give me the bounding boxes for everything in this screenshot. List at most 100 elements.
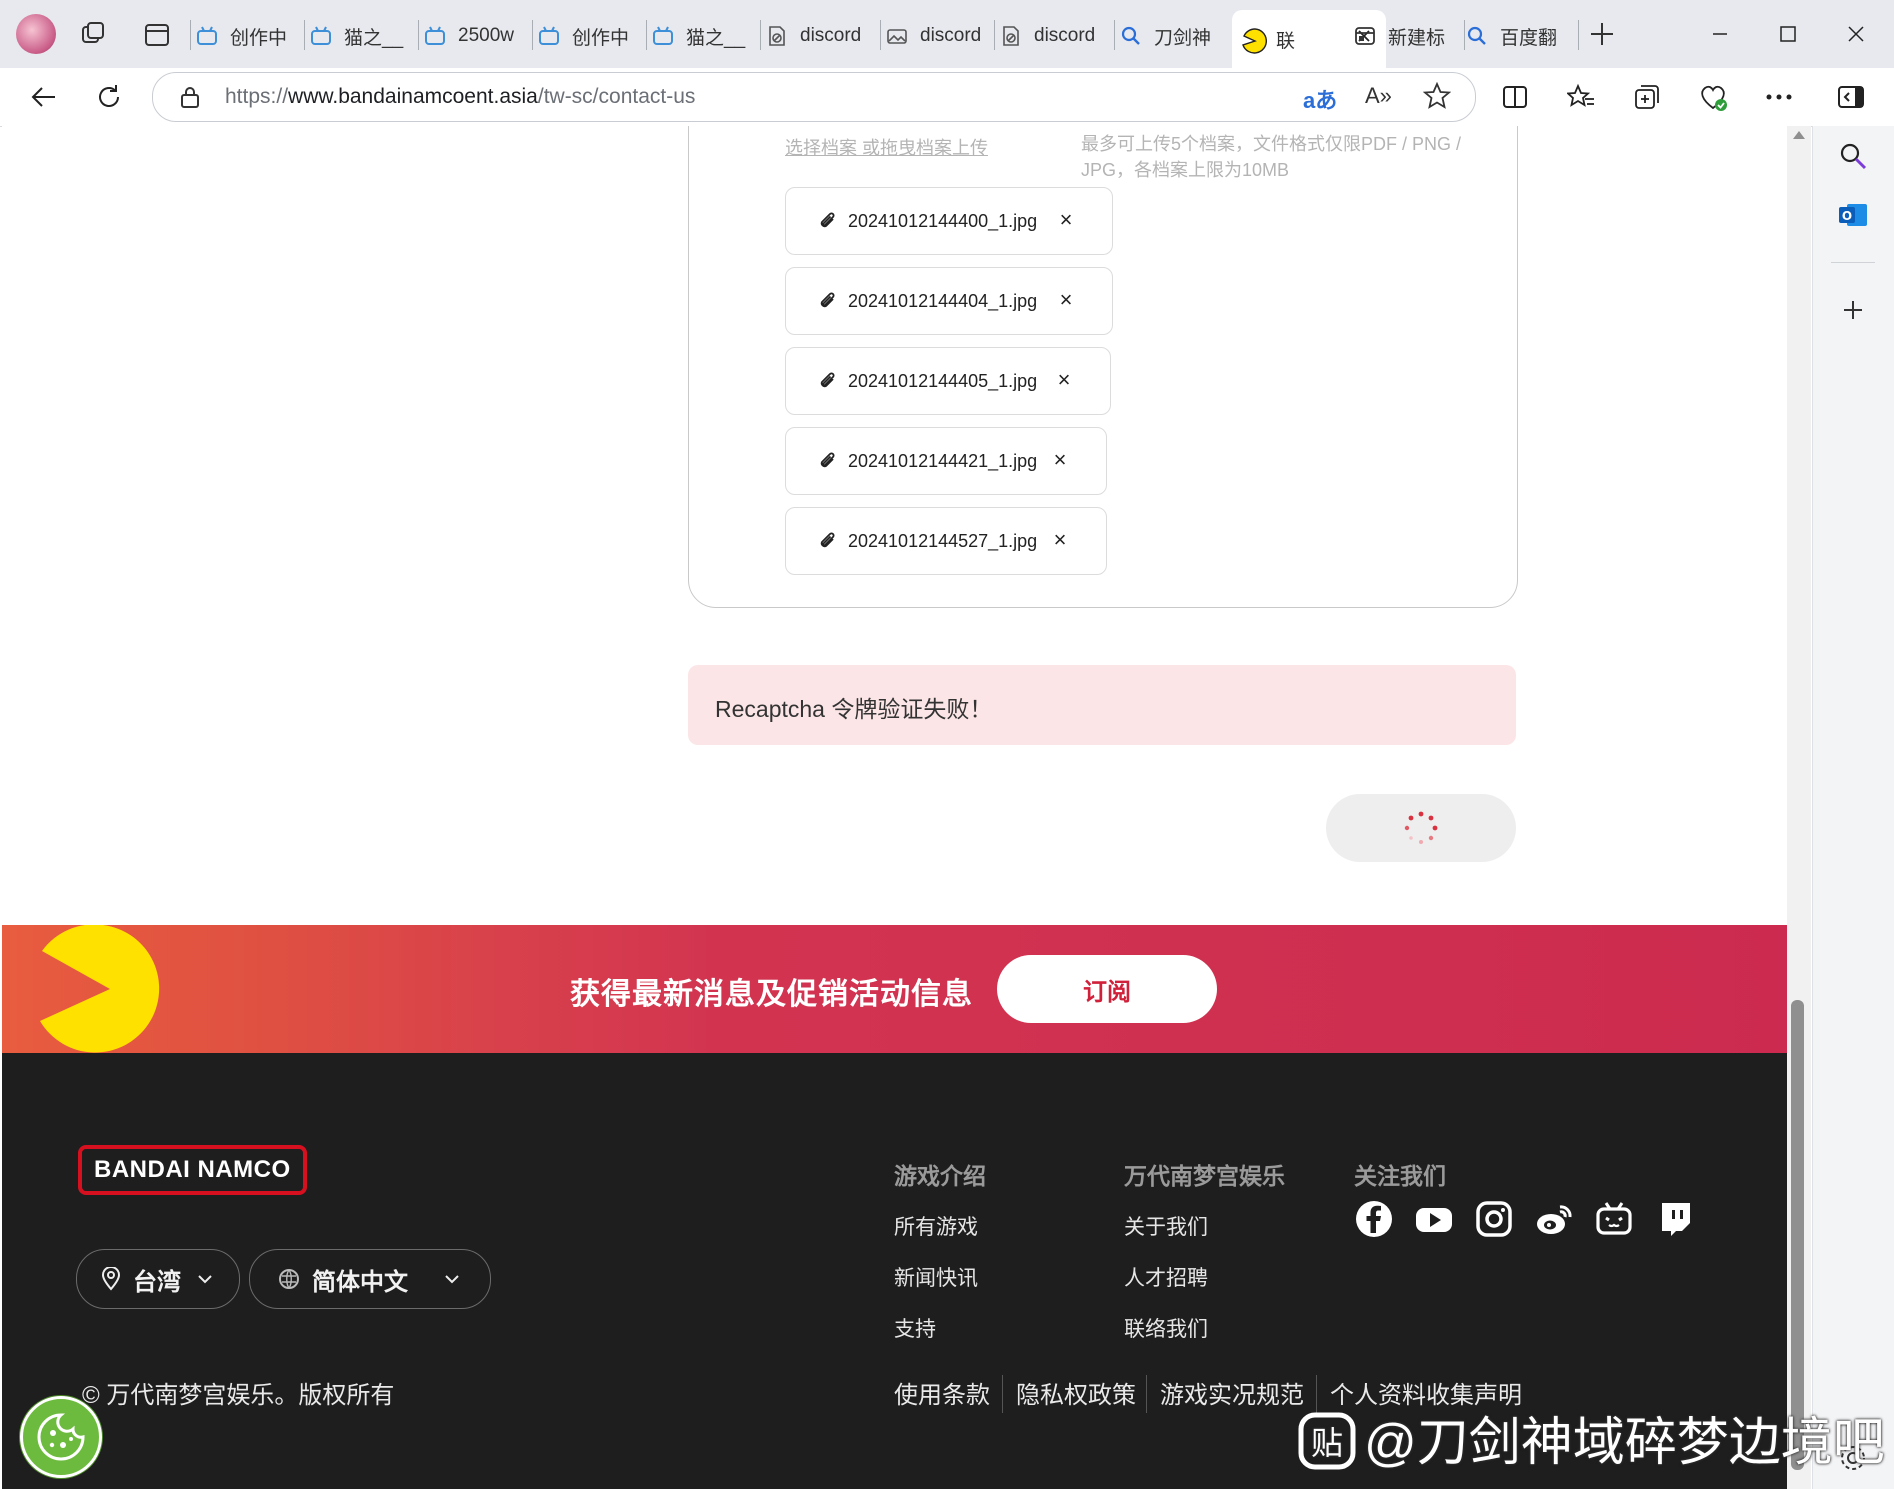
outlook-icon[interactable]: O bbox=[1837, 200, 1869, 235]
tab-separator bbox=[994, 20, 995, 50]
read-aloud-icon[interactable]: A» bbox=[1365, 83, 1392, 109]
tab-separator bbox=[418, 20, 419, 50]
more-menu-icon[interactable] bbox=[1760, 78, 1798, 116]
lock-icon[interactable] bbox=[179, 85, 201, 109]
browser-essentials-icon[interactable] bbox=[1694, 78, 1732, 116]
remove-file-button[interactable]: × bbox=[1054, 208, 1078, 232]
browser-tab[interactable]: discord bbox=[766, 12, 872, 60]
file-name: 20241012144527_1.jpg bbox=[848, 530, 1038, 551]
file-chip: 20241012144405_1.jpg × bbox=[785, 347, 1111, 415]
bilibili-icon bbox=[424, 25, 446, 47]
url-text[interactable]: https://www.bandainamcoent.asia/tw-sc/co… bbox=[225, 85, 695, 109]
vertical-tabs-icon[interactable] bbox=[144, 22, 170, 48]
favorite-star-icon[interactable] bbox=[1422, 81, 1452, 110]
tab-separator bbox=[646, 20, 647, 50]
tab-title: 猫之__ bbox=[344, 27, 404, 49]
browser-tab[interactable]: 新建标 bbox=[1354, 12, 1458, 60]
upload-hint[interactable]: 选择档案 或拖曳档案上传 bbox=[785, 135, 988, 161]
scroll-up-arrow-icon[interactable] bbox=[1792, 130, 1806, 140]
legal-link-streaming-guidelines[interactable]: 游戏实况规范 bbox=[1160, 1375, 1304, 1410]
tab-separator bbox=[190, 20, 191, 50]
blocked-page-icon bbox=[1000, 25, 1022, 47]
translate-icon[interactable]: aあ bbox=[1303, 83, 1337, 115]
legal-link-terms[interactable]: 使用条款 bbox=[894, 1375, 990, 1410]
profile-avatar[interactable] bbox=[16, 14, 56, 54]
bandai-namco-logo[interactable]: BANDAI NAMCO bbox=[78, 1145, 307, 1195]
footer-heading-social: 关注我们 bbox=[1354, 1163, 1446, 1189]
broken-image-icon bbox=[886, 25, 908, 47]
bilibili-icon bbox=[652, 25, 674, 47]
youtube-icon[interactable] bbox=[1414, 1199, 1454, 1239]
footer-link-contact[interactable]: 联络我们 bbox=[1124, 1313, 1208, 1343]
tab-title: 联 bbox=[1276, 30, 1296, 52]
browser-tab[interactable]: 2500w bbox=[424, 12, 534, 60]
refresh-button[interactable] bbox=[90, 78, 128, 116]
browser-tab[interactable]: discord bbox=[886, 12, 992, 60]
remove-file-button[interactable]: × bbox=[1048, 528, 1072, 552]
browser-tab[interactable]: 创作中 bbox=[538, 12, 638, 60]
paperclip-icon bbox=[818, 450, 838, 472]
upload-card: 选择档案 或拖曳档案上传 最多可上传5个档案，文件格式仅限PDF / PNG /… bbox=[688, 126, 1518, 608]
file-chip: 20241012144421_1.jpg × bbox=[785, 427, 1107, 495]
browser-tab[interactable]: 猫之__ bbox=[310, 12, 410, 60]
maximize-button[interactable] bbox=[1766, 14, 1810, 54]
bilibili-icon[interactable] bbox=[1594, 1199, 1634, 1239]
legal-divider bbox=[1002, 1375, 1003, 1413]
loading-spinner-icon bbox=[1404, 811, 1438, 844]
workspaces-icon[interactable] bbox=[80, 20, 108, 48]
weibo-icon[interactable] bbox=[1534, 1199, 1574, 1239]
upload-limit-note-line1: 最多可上传5个档案，文件格式仅限PDF / PNG / bbox=[1081, 134, 1462, 154]
tab-title: discord bbox=[920, 25, 982, 46]
upload-limit-note-line2: JPG，各档案上限为10MB bbox=[1081, 160, 1290, 180]
browser-tab[interactable]: 百度翻 bbox=[1466, 12, 1570, 60]
address-bar[interactable]: https://www.bandainamcoent.asia/tw-sc/co… bbox=[152, 72, 1476, 122]
instagram-icon[interactable] bbox=[1474, 1199, 1514, 1239]
favorites-icon[interactable] bbox=[1562, 78, 1600, 116]
cookie-icon bbox=[37, 1413, 85, 1461]
tab-separator bbox=[1578, 20, 1579, 50]
sidebar-toggle-icon[interactable] bbox=[1832, 78, 1870, 116]
minimize-button[interactable] bbox=[1698, 14, 1742, 54]
watermark-text: @刀剑神域碎梦边境吧 bbox=[1364, 1414, 1885, 1472]
facebook-icon[interactable] bbox=[1354, 1199, 1394, 1239]
remove-file-button[interactable]: × bbox=[1054, 288, 1078, 312]
remove-file-button[interactable]: × bbox=[1052, 368, 1076, 392]
collections-icon[interactable] bbox=[1628, 78, 1666, 116]
close-window-button[interactable] bbox=[1834, 14, 1878, 54]
footer-heading-games: 游戏介绍 bbox=[894, 1163, 986, 1189]
file-name: 20241012144400_1.jpg bbox=[848, 210, 1038, 231]
copyright-text: © 万代南梦宫娱乐。版权所有 bbox=[82, 1382, 395, 1409]
footer-link-careers[interactable]: 人才招聘 bbox=[1124, 1262, 1208, 1292]
tab-title: 猫之__ bbox=[686, 27, 746, 49]
footer-link-all-games[interactable]: 所有游戏 bbox=[894, 1211, 978, 1241]
paperclip-icon bbox=[818, 530, 838, 552]
browser-tab[interactable]: discord bbox=[1000, 12, 1106, 60]
search-icon bbox=[1466, 25, 1488, 47]
subscribe-button[interactable]: 订阅 bbox=[997, 955, 1217, 1023]
chevron-down-icon bbox=[445, 1275, 459, 1284]
cookie-settings-button[interactable] bbox=[20, 1396, 102, 1478]
tieba-watermark: 贴 @刀剑神域碎梦边境吧 bbox=[1298, 1400, 1885, 1475]
submit-button[interactable] bbox=[1326, 794, 1516, 862]
footer-link-about[interactable]: 关于我们 bbox=[1124, 1211, 1208, 1241]
legal-link-privacy[interactable]: 隐私权政策 bbox=[1016, 1375, 1136, 1410]
language-select[interactable]: 简体中文 bbox=[249, 1249, 491, 1309]
back-button[interactable] bbox=[24, 78, 62, 116]
blocked-page-icon bbox=[766, 25, 788, 47]
tab-separator bbox=[880, 20, 881, 50]
region-select[interactable]: 台湾 bbox=[76, 1249, 240, 1309]
pacman-icon bbox=[40, 925, 160, 1053]
browser-tab[interactable]: 创作中 bbox=[196, 12, 292, 60]
sidebar-search-icon[interactable] bbox=[1839, 142, 1867, 175]
browser-tab[interactable]: 刀剑神 bbox=[1120, 12, 1220, 60]
sidebar-add-icon[interactable] bbox=[1841, 298, 1865, 327]
footer-link-news[interactable]: 新闻快讯 bbox=[894, 1262, 978, 1292]
browser-tab[interactable]: 猫之__ bbox=[652, 12, 752, 60]
twitch-icon[interactable] bbox=[1654, 1199, 1694, 1239]
new-tab-button[interactable] bbox=[1586, 18, 1618, 50]
chevron-down-icon bbox=[198, 1275, 212, 1284]
split-screen-icon[interactable] bbox=[1496, 78, 1534, 116]
remove-file-button[interactable]: × bbox=[1048, 448, 1072, 472]
footer-link-support[interactable]: 支持 bbox=[894, 1313, 936, 1343]
paperclip-icon bbox=[818, 210, 838, 232]
